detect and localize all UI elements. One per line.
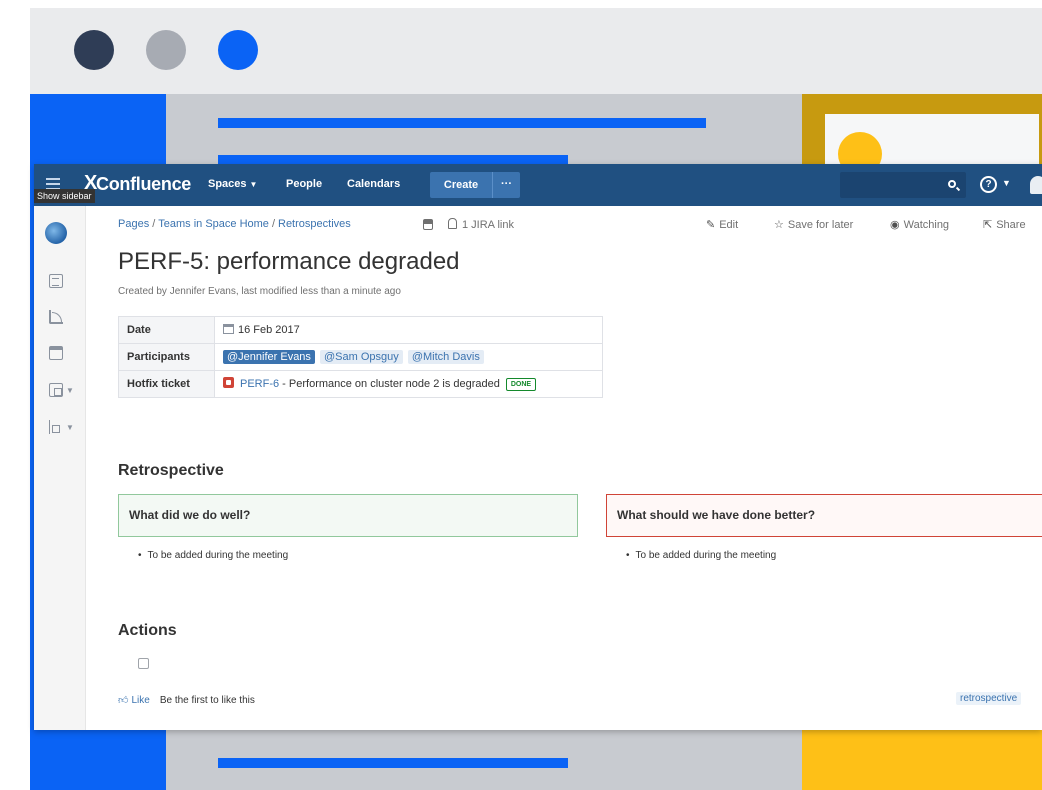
page-label[interactable]: retrospective [956,692,1022,705]
bug-icon [223,377,234,388]
breadcrumb-item-teams-in-space-home[interactable]: Teams in Space Home [158,218,269,230]
jira-icon [448,218,457,229]
do-better-panel: What should we have done better? [606,494,1042,537]
breadcrumb-item-retrospectives[interactable]: Retrospectives [278,218,351,230]
pencil-icon: ✎ [706,219,716,231]
date-value[interactable]: 16 Feb 2017 [238,324,300,336]
table-row: Participants @Jennifer Evans @Sam Opsguy… [118,343,603,371]
backdrop-line [218,118,706,128]
share-button[interactable]: ⇱ Share [983,218,1026,231]
breadcrumb-item-pages[interactable]: Pages [118,218,149,230]
user-mention[interactable]: @Mitch Davis [407,350,484,364]
create-more-button[interactable]: ··· [492,172,520,198]
went-well-panel: What did we do well? [118,494,578,537]
date-label: Date [118,316,215,344]
restrictions-lock-icon[interactable] [423,219,433,230]
table-row: Date 16 Feb 2017 [118,316,603,344]
breadcrumb-separator: / [152,218,156,230]
watching-label: Watching [903,219,950,231]
jira-links-button[interactable]: 1 JIRA link [448,218,514,231]
status-badge: DONE [505,378,537,391]
space-shortcuts-icon[interactable] [49,383,63,397]
chevron-down-icon: ▼ [249,180,258,189]
hotfix-cell: PERF-6 - Performance on cluster node 2 i… [214,370,603,398]
watching-button[interactable]: ◉ Watching [890,218,949,231]
edit-button[interactable]: ✎ Edit [706,218,738,231]
calendar-icon[interactable] [49,346,63,360]
share-label: Share [996,219,1026,231]
top-navigation-bar: X Confluence Spaces ▼ People Calendars Cr… [34,164,1042,206]
jira-issue-summary: - Performance on cluster node 2 is degra… [279,378,500,390]
search-input[interactable] [840,172,966,198]
save-for-later-button[interactable]: ☆ Save for later [774,218,853,231]
user-avatar-icon[interactable] [1030,176,1042,194]
list-item: To be added during the meeting [626,550,777,561]
participants-label: Participants [118,343,215,371]
thumbs-up-icon: 👍︎ [118,695,129,706]
blog-feed-icon[interactable] [49,310,63,324]
breadcrumb-separator: / [271,218,275,230]
hotfix-label: Hotfix ticket [118,370,215,398]
confluence-window: X Confluence Spaces ▼ People Calendars Cr… [34,164,1042,730]
chevron-down-icon[interactable]: ▼ [66,386,74,395]
eye-icon: ◉ [890,219,900,231]
chevron-down-icon[interactable]: ▼ [1002,178,1011,188]
like-row: 👍︎ Like Be the first to like this [118,694,255,706]
star-icon: ☆ [774,219,784,231]
nav-people[interactable]: People [286,178,322,190]
page-byline: Created by Jennifer Evans, last modified… [118,286,401,297]
save-for-later-label: Save for later [787,219,854,231]
user-mention[interactable]: @Sam Opsguy [320,350,403,364]
backdrop-line [218,758,568,768]
date-cell: 16 Feb 2017 [214,316,603,344]
nav-spaces[interactable]: Spaces ▼ [208,178,257,190]
page-content: Pages / Teams in Space Home / Retrospectives… [86,206,1042,730]
participants-cell: @Jennifer Evans @Sam Opsguy @Mitch Davis [214,343,603,371]
retrospective-heading: Retrospective [118,462,224,479]
nav-spaces-label: Spaces [208,178,247,190]
confluence-logo-text[interactable]: Confluence [96,174,191,195]
task-checkbox[interactable] [138,658,149,669]
backdrop-dot-gray [146,30,186,70]
space-avatar[interactable] [45,222,67,244]
user-mention[interactable]: @Jennifer Evans [223,350,315,364]
pages-icon[interactable] [49,274,63,288]
help-icon[interactable]: ? [980,176,997,193]
actions-heading: Actions [118,622,177,639]
nav-calendars[interactable]: Calendars [347,178,400,190]
chevron-down-icon[interactable]: ▼ [66,423,74,432]
calendar-icon [223,324,234,334]
backdrop-dot-blue [218,30,258,70]
create-button[interactable]: Create [430,172,492,198]
like-prompt: Be the first to like this [159,695,255,706]
page-tree-icon[interactable] [49,420,63,434]
table-row: Hotfix ticket PERF-6 - Performance on cl… [118,370,603,398]
edit-label: Edit [719,219,739,231]
backdrop-dot-dark [74,30,114,70]
list-item: To be added during the meeting [138,550,289,561]
like-button[interactable]: Like [131,695,149,706]
jira-issue-link[interactable]: PERF-6 [240,378,279,390]
space-sidebar: ▼ ▼ [34,206,86,730]
page-title: PERF-5: performance degraded [118,248,460,275]
page-properties-table: Date 16 Feb 2017 Participants @Jennifer … [118,316,603,398]
search-icon [948,180,956,188]
breadcrumb: Pages / Teams in Space Home / Retrospectives [118,218,351,230]
share-icon: ⇱ [983,219,993,231]
show-sidebar-tooltip: Show sidebar [34,189,95,203]
jira-links-label: 1 JIRA link [462,219,514,231]
